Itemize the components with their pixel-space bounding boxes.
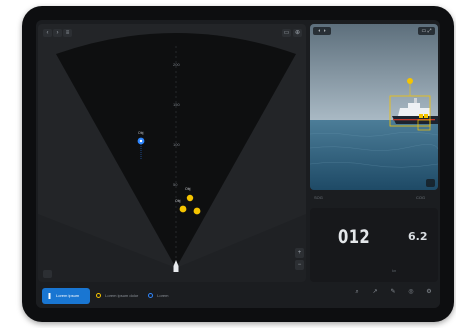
toolbar-item-secondary[interactable]: Lorem xyxy=(148,288,168,304)
readout-left-label: SOG xyxy=(314,195,323,200)
settings-button[interactable] xyxy=(43,270,52,278)
camera-feed xyxy=(310,24,438,190)
target-alert-icon xyxy=(186,194,194,202)
target-label: Obj xyxy=(138,131,144,135)
camera-view[interactable]: ◐ ◑ ▭ ⤢ xyxy=(310,24,438,190)
readout-unit: kn xyxy=(392,268,397,273)
camera-mode-button[interactable]: ◐ ◑ xyxy=(313,27,331,35)
layout-button[interactable]: ▭ xyxy=(282,29,291,37)
zoom-out-button[interactable]: − xyxy=(295,260,304,270)
bottom-toolbar: Lorem ipsum Lorem ipsum dolor Lorem ⌕ ↗ … xyxy=(36,284,440,308)
tool-settings-button[interactable]: ⚙ xyxy=(420,288,438,304)
target-icon: ◎ xyxy=(408,289,414,295)
forward-button[interactable]: › xyxy=(53,29,62,37)
sea xyxy=(310,120,438,190)
toolbar-item-status-label: Lorem ipsum dolor xyxy=(105,293,139,298)
primary-action-button[interactable]: Lorem ipsum xyxy=(42,288,90,304)
readout-panel: 012 6.2 kn xyxy=(310,208,438,282)
readout-right-label: COG xyxy=(416,195,426,200)
detection-tag xyxy=(419,114,423,118)
detection-marker-icon xyxy=(407,78,413,84)
info-icon xyxy=(148,293,153,299)
primary-readout: 012 xyxy=(338,226,371,248)
route-icon: ↗ xyxy=(372,289,378,295)
camera-expand-button[interactable]: ▭ ⤢ xyxy=(418,27,435,35)
target-alert-icon xyxy=(193,207,201,215)
detection-tag xyxy=(424,114,428,118)
target-label: Obj xyxy=(175,199,181,203)
warning-icon xyxy=(96,293,101,299)
range-label: 100 xyxy=(173,142,180,147)
sonar-view[interactable]: 200 150 100 50 Obj Obj Obj ‹ › ≡ ▭ ⊕ + − xyxy=(38,24,306,282)
tool-search-button[interactable]: ⌕ xyxy=(348,288,366,304)
primary-action-label: Lorem ipsum xyxy=(56,293,80,298)
tool-route-button[interactable]: ↗ xyxy=(366,288,384,304)
range-label: 150 xyxy=(173,102,180,107)
pin-icon xyxy=(48,293,51,299)
tablet-frame: 200 150 100 50 Obj Obj Obj ‹ › ≡ ▭ ⊕ + −… xyxy=(22,6,454,322)
toolbar-item-status[interactable]: Lorem ipsum dolor xyxy=(96,288,138,304)
tool-edit-button[interactable]: ✎ xyxy=(384,288,402,304)
toolbar-item-secondary-label: Lorem xyxy=(157,293,169,298)
secondary-readout: 6.2 xyxy=(408,230,428,243)
gear-icon: ⚙ xyxy=(426,289,432,295)
sonar-display[interactable]: 200 150 100 50 Obj Obj Obj xyxy=(38,24,306,282)
edit-icon: ✎ xyxy=(390,289,396,295)
readout-header: SOG COG xyxy=(310,192,438,206)
camera-settings-button[interactable] xyxy=(426,179,435,187)
app-screen: 200 150 100 50 Obj Obj Obj ‹ › ≡ ▭ ⊕ + −… xyxy=(36,20,440,308)
center-button[interactable]: ⊕ xyxy=(293,29,302,37)
back-button[interactable]: ‹ xyxy=(43,29,52,37)
target-label: Obj xyxy=(185,187,191,191)
target-alert-icon xyxy=(179,205,187,213)
tool-target-button[interactable]: ◎ xyxy=(402,288,420,304)
range-label: 50 xyxy=(173,182,178,187)
search-icon: ⌕ xyxy=(355,289,359,295)
zoom-in-button[interactable]: + xyxy=(295,248,304,258)
range-label: 200 xyxy=(173,62,180,67)
menu-button[interactable]: ≡ xyxy=(63,29,72,37)
